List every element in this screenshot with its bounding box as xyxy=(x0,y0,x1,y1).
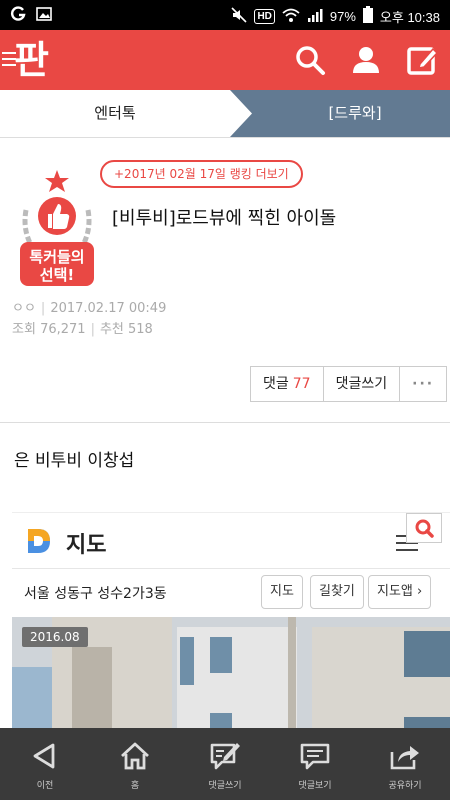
roadview-photo: 2016.08 xyxy=(12,617,450,728)
recommend-label: 추천 xyxy=(99,322,124,337)
hd-icon: HD xyxy=(254,8,275,24)
status-bar: HD 97% 오후 10:38 xyxy=(0,0,450,30)
write-icon[interactable] xyxy=(406,44,439,76)
share-icon xyxy=(390,746,419,770)
app-logo[interactable]: 판 xyxy=(14,38,49,82)
clock: 오후 10:38 xyxy=(379,9,440,25)
ranking-more-link[interactable]: +2017년 02월 17일 랭킹 더보기 xyxy=(100,160,303,188)
more-button[interactable]: ··· xyxy=(400,367,446,401)
write-comment-button[interactable]: 댓글쓰기 xyxy=(324,367,401,401)
nav-back-label: 이전 xyxy=(36,781,54,791)
embedded-map-image: 지도 서울 성동구 성수2가3동 지도 길찾기 지도앱 › 2016.08 xyxy=(12,512,450,728)
views-count: 76,271 xyxy=(40,322,86,337)
post-title: [비투비]로드뷰에 찍힌 아이돌 xyxy=(112,208,337,229)
page: HD 97% 오후 10:38 판 엔터톡 [드루와] 톡커들의 선택! +20… xyxy=(0,0,450,800)
signal-icon xyxy=(307,7,323,26)
comments-label: 댓글 xyxy=(263,376,289,392)
recommend-count: 518 xyxy=(128,322,153,337)
tab-entertalk[interactable]: 엔터톡 xyxy=(0,90,250,137)
user-icon[interactable] xyxy=(350,44,382,76)
app-notification-icon xyxy=(10,6,26,25)
app-header: 판 xyxy=(0,30,450,90)
search-icon[interactable] xyxy=(294,44,326,76)
nav-home-label: 홈 xyxy=(130,781,140,791)
photo-date-tag: 2016.08 xyxy=(22,627,88,647)
nav-share-label: 공유하기 xyxy=(388,781,422,791)
category-tabs: 엔터톡 [드루와] xyxy=(0,90,450,138)
comments-button[interactable]: 댓글 77 xyxy=(251,367,324,401)
comment-count: 77 xyxy=(292,376,311,392)
embed-header: 지도 xyxy=(12,513,450,569)
battery-icon xyxy=(362,6,373,26)
embed-chip-directions: 길찾기 xyxy=(310,575,364,609)
comment-actions: 댓글 77 댓글쓰기 ··· xyxy=(250,366,448,402)
nav-back[interactable]: 이전 xyxy=(0,728,90,800)
talkers-choice-badge: 톡커들의 선택! xyxy=(12,166,102,292)
tab-druwa[interactable]: [드루와] xyxy=(230,90,450,137)
nav-write-comment-label: 댓글쓰기 xyxy=(208,781,242,791)
mute-icon xyxy=(231,6,248,26)
post-datetime: 2017.02.17 00:49 xyxy=(50,301,167,316)
nav-view-comments[interactable]: 댓글보기 xyxy=(270,728,360,800)
nav-write-comment[interactable]: 댓글쓰기 xyxy=(180,728,270,800)
badge-text-line2: 선택! xyxy=(39,266,75,284)
back-icon xyxy=(33,743,55,769)
post-meta-author: ㅇㅇ | 2017.02.17 00:49 xyxy=(12,301,167,316)
nav-home[interactable]: 홈 xyxy=(90,728,180,800)
image-icon xyxy=(36,6,52,25)
nav-view-comments-label: 댓글보기 xyxy=(298,781,332,791)
views-label: 조회 xyxy=(12,322,36,337)
embed-chip-map: 지도 xyxy=(261,575,303,609)
daum-map-logo-icon xyxy=(26,527,52,555)
write-comment-icon xyxy=(210,743,240,770)
embed-address: 서울 성동구 성수2가3동 xyxy=(24,586,167,602)
home-icon xyxy=(121,742,149,770)
post-meta-stats: 조회 76,271 | 추천 518 xyxy=(12,322,153,337)
embed-title: 지도 xyxy=(66,533,107,558)
battery-percent: 97% xyxy=(329,8,356,24)
divider xyxy=(0,422,450,423)
author-name[interactable]: ㅇㅇ xyxy=(12,301,36,316)
nav-share[interactable]: 공유하기 xyxy=(360,728,450,800)
post-body-text: 은 비투비 이창섭 xyxy=(14,451,135,471)
bottom-nav: 이전 홈 댓글쓰기 댓글보기 공유하기 xyxy=(0,728,450,800)
embed-chip-map-app: 지도앱 › xyxy=(368,575,432,609)
view-comments-icon xyxy=(300,743,330,770)
wifi-icon xyxy=(282,7,300,26)
image-search-icon[interactable] xyxy=(406,513,442,543)
